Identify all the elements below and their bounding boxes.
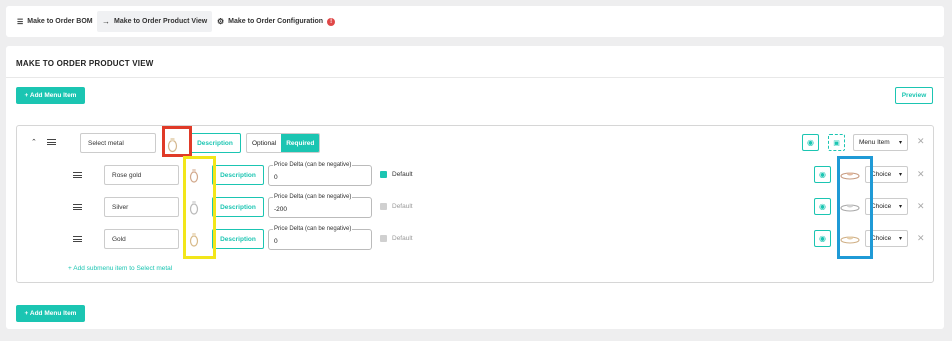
tab-label: Make to Order Configuration bbox=[228, 18, 324, 25]
optional-option[interactable]: Optional bbox=[247, 134, 281, 152]
chevron-down-icon: ▾ bbox=[898, 204, 902, 210]
tab-make-to-order-bom[interactable]: ☰ Make to Order BOM bbox=[12, 11, 98, 32]
drag-handle-icon[interactable] bbox=[73, 236, 82, 242]
tab-label: Make to Order BOM bbox=[27, 18, 93, 25]
choice-name-input[interactable]: Rose gold bbox=[104, 165, 179, 185]
delete-choice-icon[interactable]: ✕ bbox=[917, 201, 925, 212]
choice-name-input[interactable]: Gold bbox=[104, 229, 179, 249]
default-checkbox[interactable] bbox=[380, 235, 387, 242]
description-button[interactable]: Description bbox=[212, 229, 264, 249]
select-value: Menu Item bbox=[859, 139, 890, 146]
price-delta-label: Price Delta (can be negative) bbox=[273, 226, 353, 232]
visibility-button[interactable]: ◉ bbox=[814, 166, 831, 183]
visibility-button[interactable]: ◉ bbox=[814, 230, 831, 247]
divider bbox=[6, 77, 944, 78]
blue-highlight-box bbox=[837, 156, 873, 259]
chevron-down-icon: ▾ bbox=[898, 140, 902, 146]
delete-choice-icon[interactable]: ✕ bbox=[917, 233, 925, 244]
page-title: MAKE TO ORDER PRODUCT VIEW bbox=[16, 59, 154, 68]
price-delta-field[interactable]: Price Delta (can be negative) 0 bbox=[268, 226, 372, 250]
price-delta-field[interactable]: Price Delta (can be negative) -200 bbox=[268, 194, 372, 218]
price-delta-label: Price Delta (can be negative) bbox=[273, 162, 353, 168]
default-checkbox[interactable] bbox=[380, 203, 387, 210]
optional-required-toggle[interactable]: Optional Required bbox=[246, 133, 321, 153]
warning-badge: ! bbox=[327, 17, 336, 26]
menu-item-card: ⌃ Select metal Description Optional Requ… bbox=[16, 125, 934, 283]
price-delta-field[interactable]: Price Delta (can be negative) 0 bbox=[268, 162, 372, 186]
select-value: Choice bbox=[871, 171, 892, 178]
red-highlight-box bbox=[162, 126, 192, 157]
visibility-button[interactable]: ◉ bbox=[802, 134, 819, 151]
price-delta-value: 0 bbox=[274, 238, 278, 245]
default-checkbox[interactable] bbox=[380, 171, 387, 183]
tab-label: Make to Order Product View bbox=[114, 18, 208, 25]
delete-choice-icon[interactable]: ✕ bbox=[917, 169, 925, 180]
preview-button[interactable]: Preview bbox=[895, 87, 933, 104]
drag-handle-icon[interactable] bbox=[73, 204, 82, 210]
collapse-chevron-icon[interactable]: ⌃ bbox=[31, 138, 37, 146]
chevron-down-icon: ▾ bbox=[898, 236, 902, 242]
product-view-panel: MAKE TO ORDER PRODUCT VIEW + Add Menu It… bbox=[6, 46, 944, 329]
drag-handle-icon[interactable] bbox=[73, 172, 82, 178]
gear-icon: ⚙ bbox=[217, 17, 225, 26]
visibility-button[interactable]: ◉ bbox=[814, 198, 831, 215]
arrow-right-icon: → bbox=[102, 17, 110, 26]
yellow-highlight-box bbox=[183, 156, 216, 259]
eye-icon: ◉ bbox=[819, 170, 826, 179]
select-value: Choice bbox=[871, 235, 892, 242]
menu-type-select[interactable]: Menu Item ▾ bbox=[853, 134, 908, 151]
eye-icon: ◉ bbox=[819, 202, 826, 211]
image-upload-icon: ▣ bbox=[833, 139, 840, 147]
tab-make-to-order-product-view[interactable]: → Make to Order Product View bbox=[97, 11, 213, 32]
default-label: Default bbox=[392, 203, 413, 210]
menu-name-input[interactable]: Select metal bbox=[80, 133, 156, 153]
delete-menu-icon[interactable]: ✕ bbox=[917, 136, 925, 147]
add-menu-item-button[interactable]: + Add Menu Item bbox=[16, 87, 85, 104]
chevron-down-icon: ▾ bbox=[898, 172, 902, 178]
add-menu-item-button-bottom[interactable]: + Add Menu Item bbox=[16, 305, 85, 322]
price-delta-value: -200 bbox=[274, 206, 288, 213]
tab-make-to-order-configuration[interactable]: ⚙ Make to Order Configuration ! bbox=[212, 11, 340, 32]
description-button[interactable]: Description bbox=[212, 165, 264, 185]
price-delta-label: Price Delta (can be negative) bbox=[273, 194, 353, 200]
drag-handle-icon[interactable] bbox=[47, 139, 56, 145]
add-submenu-item-link[interactable]: + Add submenu item to Select metal bbox=[68, 265, 172, 272]
default-label: Default bbox=[392, 171, 413, 178]
upload-image-button[interactable]: ▣ bbox=[828, 134, 845, 151]
price-delta-value: 0 bbox=[274, 174, 278, 181]
top-tab-bar: ☰ Make to Order BOM → Make to Order Prod… bbox=[6, 6, 944, 37]
eye-icon: ◉ bbox=[819, 234, 826, 243]
eye-icon: ◉ bbox=[807, 138, 814, 147]
description-button[interactable]: Description bbox=[212, 197, 264, 217]
list-icon: ☰ bbox=[17, 18, 24, 26]
description-button[interactable]: Description bbox=[189, 133, 241, 153]
required-option[interactable]: Required bbox=[281, 134, 320, 152]
select-value: Choice bbox=[871, 203, 892, 210]
choice-name-input[interactable]: Silver bbox=[104, 197, 179, 217]
default-label: Default bbox=[392, 235, 413, 242]
